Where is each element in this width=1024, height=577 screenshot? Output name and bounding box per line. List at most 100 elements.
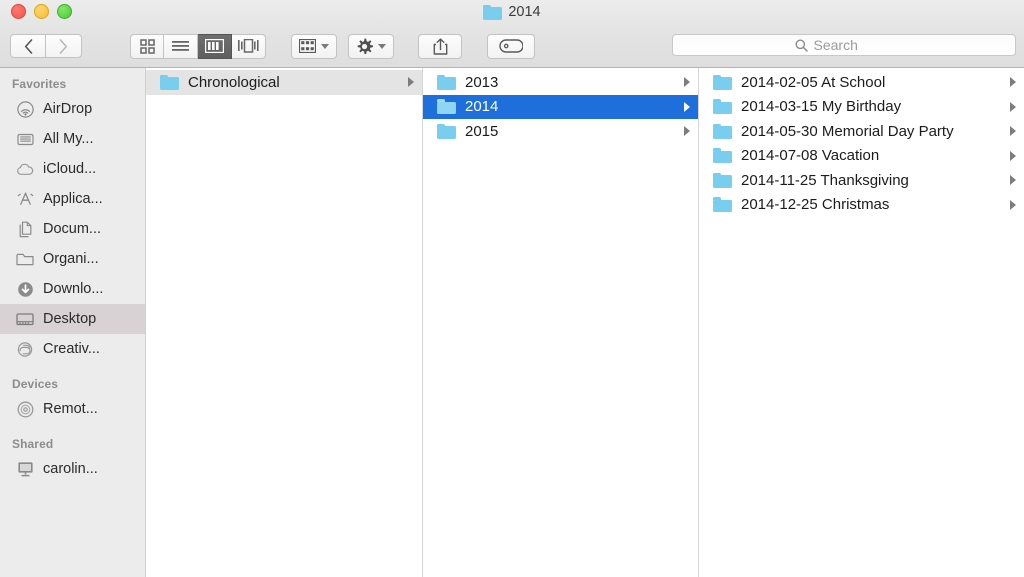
chevron-right-icon (1010, 150, 1016, 161)
folder-icon (713, 123, 732, 139)
row-label: 2014-07-08 Vacation (741, 147, 880, 165)
sidebar-item-organized[interactable]: Organi... (0, 244, 145, 274)
close-button[interactable] (11, 4, 26, 19)
column-row-vacation[interactable]: 2014-07-08 Vacation (699, 144, 1024, 169)
search-field[interactable] (672, 34, 1016, 56)
arrange-button[interactable] (291, 33, 337, 59)
column-row-2014[interactable]: 2014 (423, 94, 698, 119)
applications-icon (16, 190, 34, 208)
sidebar-section-header-shared: Shared (12, 437, 54, 451)
folder-icon (713, 148, 732, 164)
forward-button[interactable] (46, 34, 82, 58)
icon-view-button[interactable] (130, 33, 164, 59)
sidebar: Favorites AirDrop All My... iCloud... Ap… (0, 68, 146, 577)
sidebar-item-downloads[interactable]: Downlo... (0, 274, 145, 304)
gear-icon (357, 38, 373, 54)
column-row-2013[interactable]: 2013 (423, 70, 698, 95)
sidebar-item-label: iCloud... (43, 161, 97, 177)
window-body: Favorites AirDrop All My... iCloud... Ap… (0, 68, 1024, 577)
sidebar-item-applications[interactable]: Applica... (0, 184, 145, 214)
sidebar-item-all-my-files[interactable]: All My... (0, 124, 145, 154)
folder-icon (437, 99, 456, 115)
sidebar-item-label: Organi... (43, 251, 99, 267)
chevron-right-icon (684, 126, 690, 137)
folder-icon (713, 197, 732, 213)
column-row-memorial-day-party[interactable]: 2014-05-30 Memorial Day Party (699, 119, 1024, 144)
sidebar-item-icloud[interactable]: iCloud... (0, 154, 145, 184)
downloads-icon (16, 280, 34, 298)
tags-button[interactable] (487, 33, 535, 59)
titlebar: 2014 (0, 0, 1024, 68)
column-row-2015[interactable]: 2015 (423, 119, 698, 144)
row-label: 2014-05-30 Memorial Day Party (741, 122, 954, 140)
sidebar-item-label: Creativ... (43, 341, 100, 357)
sidebar-item-label: Desktop (43, 311, 97, 327)
tag-icon (499, 39, 523, 53)
chevron-right-icon (408, 77, 414, 88)
window-title-text: 2014 (508, 4, 541, 20)
shared-computer-icon (16, 460, 34, 478)
desktop-icon (16, 310, 34, 328)
sidebar-item-documents[interactable]: Docum... (0, 214, 145, 244)
chevron-down-icon (378, 44, 386, 49)
chevron-right-icon (684, 77, 690, 88)
chevron-right-icon (59, 38, 68, 54)
arrange-grid-icon (299, 39, 316, 53)
documents-icon (16, 220, 34, 238)
column-row-thanksgiving[interactable]: 2014-11-25 Thanksgiving (699, 168, 1024, 193)
sidebar-item-shared-computer[interactable]: carolin... (0, 454, 145, 484)
search-input[interactable] (813, 37, 894, 53)
sidebar-item-desktop[interactable]: Desktop (0, 304, 145, 334)
row-label: 2014-11-25 Thanksgiving (741, 171, 909, 189)
row-label: 2015 (465, 122, 499, 140)
view-switcher (130, 33, 266, 59)
icloud-icon (16, 160, 34, 178)
share-button[interactable] (418, 33, 462, 59)
airdrop-icon (16, 100, 34, 118)
back-button[interactable] (10, 34, 46, 58)
sidebar-item-airdrop[interactable]: AirDrop (0, 94, 145, 124)
folder-icon (437, 123, 456, 139)
folder-icon (483, 4, 503, 20)
sidebar-item-label: All My... (43, 131, 94, 147)
column-row-christmas[interactable]: 2014-12-25 Christmas (699, 193, 1024, 218)
minimize-button[interactable] (34, 4, 49, 19)
columns-icon (205, 39, 224, 53)
action-gear-button[interactable] (348, 33, 394, 59)
column-row-at-school[interactable]: 2014-02-05 At School (699, 70, 1024, 95)
folder-icon (713, 99, 732, 115)
remote-disc-icon (16, 400, 34, 418)
list-view-button[interactable] (164, 33, 198, 59)
maximize-button[interactable] (57, 4, 72, 19)
sidebar-section-header-favorites: Favorites (12, 77, 67, 91)
row-label: 2014-02-05 At School (741, 73, 886, 91)
column-view-button[interactable] (198, 33, 232, 59)
sidebar-item-label: carolin... (43, 461, 98, 477)
share-icon (433, 37, 447, 55)
sidebar-item-label: Applica... (43, 191, 103, 207)
folder-icon (160, 74, 179, 90)
sidebar-item-label: Docum... (43, 221, 102, 237)
chevron-down-icon (321, 44, 329, 49)
folder-icon (713, 74, 732, 90)
sidebar-item-label: AirDrop (43, 101, 93, 117)
all-my-files-icon (16, 130, 34, 148)
sidebar-item-remote-disc[interactable]: Remot... (0, 394, 145, 424)
folder-icon (16, 250, 34, 268)
chevron-right-icon (1010, 126, 1016, 137)
chevron-left-icon (24, 38, 32, 54)
chevron-right-icon (684, 101, 690, 112)
column-row-my-birthday[interactable]: 2014-03-15 My Birthday (699, 95, 1024, 120)
folder-icon (437, 74, 456, 90)
row-label: 2014 (465, 98, 499, 116)
coverflow-view-button[interactable] (232, 33, 266, 59)
row-label: 2013 (465, 73, 499, 91)
sidebar-item-label: Remot... (43, 401, 98, 417)
column-browser: Chronological 2013 2014 2015 2014-02-05 … (146, 68, 1024, 577)
creative-cloud-icon (16, 340, 34, 358)
column-3: 2014-02-05 At School 2014-03-15 My Birth… (699, 68, 1024, 577)
chevron-right-icon (1010, 199, 1016, 210)
sidebar-item-creative-cloud[interactable]: Creativ... (0, 334, 145, 364)
finder-window: 2014 Search Favorites AirDrop All My... … (0, 0, 1024, 577)
column-row-chronological[interactable]: Chronological (146, 70, 422, 95)
